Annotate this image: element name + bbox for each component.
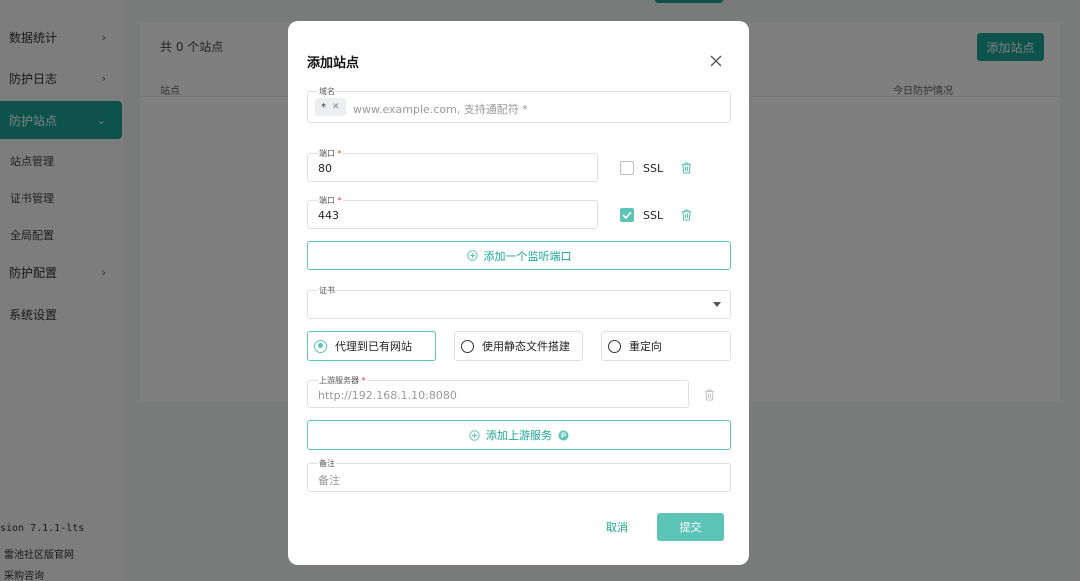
submit-button[interactable]: 提交 bbox=[657, 513, 724, 541]
domain-chip-text: * bbox=[321, 101, 326, 113]
mode-label: 使用静态文件搭建 bbox=[482, 340, 570, 353]
domain-chip: * ✕ bbox=[315, 98, 346, 116]
add-port-button[interactable]: 添加一个监听端口 bbox=[307, 241, 731, 270]
check-icon bbox=[622, 211, 632, 219]
cancel-button[interactable]: 取消 bbox=[595, 513, 639, 541]
trash-icon bbox=[681, 161, 691, 174]
upstream-label: 上游服务器 * bbox=[318, 375, 367, 386]
close-button[interactable] bbox=[706, 51, 726, 71]
port-field-1[interactable]: 端口 * 80 bbox=[307, 148, 598, 182]
trash-icon bbox=[681, 208, 691, 221]
delete-upstream-button[interactable] bbox=[703, 388, 715, 401]
delete-port-button-2[interactable] bbox=[680, 208, 692, 221]
mode-label: 重定向 bbox=[629, 340, 662, 353]
certificate-label: 证书 bbox=[318, 285, 336, 296]
ssl-label: SSL bbox=[643, 209, 664, 222]
ssl-label: SSL bbox=[643, 162, 664, 175]
mode-label: 代理到已有网站 bbox=[335, 340, 412, 353]
port-input[interactable]: 80 bbox=[318, 162, 332, 175]
port-input[interactable]: 443 bbox=[318, 209, 339, 222]
certificate-select[interactable]: 证书 bbox=[307, 285, 731, 319]
plus-circle-icon bbox=[469, 429, 480, 441]
port-label: 端口 * bbox=[318, 148, 343, 159]
radio-icon bbox=[608, 339, 621, 353]
radio-icon bbox=[314, 339, 327, 353]
mode-redirect[interactable]: 重定向 bbox=[601, 331, 731, 361]
pro-badge-icon bbox=[558, 430, 569, 440]
dialog-title: 添加站点 bbox=[307, 56, 360, 71]
radio-icon bbox=[461, 339, 474, 353]
chip-remove-icon[interactable]: ✕ bbox=[332, 102, 340, 112]
port-field-2[interactable]: 端口 * 443 bbox=[307, 195, 598, 229]
note-field[interactable]: 备注 备注 bbox=[307, 458, 731, 492]
plus-circle-icon bbox=[466, 250, 478, 261]
note-input[interactable]: 备注 bbox=[318, 472, 340, 488]
add-port-label: 添加一个监听端口 bbox=[483, 249, 572, 263]
caret-down-icon bbox=[713, 302, 721, 307]
add-upstream-label: 添加上游服务 bbox=[486, 429, 552, 442]
mode-proxy[interactable]: 代理到已有网站 bbox=[307, 331, 436, 361]
add-upstream-button[interactable]: 添加上游服务 bbox=[307, 420, 731, 450]
upstream-field[interactable]: 上游服务器 * http://192.168.1.10:8080 bbox=[307, 375, 689, 408]
domain-input[interactable]: www.example.com, 支持通配符 * bbox=[353, 101, 528, 117]
delete-port-button-1[interactable] bbox=[680, 161, 692, 174]
upstream-input[interactable]: http://192.168.1.10:8080 bbox=[318, 389, 457, 402]
close-icon bbox=[710, 55, 722, 67]
add-site-dialog: 添加站点 域名 * ✕ www.example.com, 支持通配符 * 端口 … bbox=[288, 21, 749, 565]
note-label: 备注 bbox=[318, 458, 336, 469]
ssl-checkbox-1[interactable] bbox=[620, 161, 634, 175]
ssl-checkbox-2[interactable] bbox=[620, 208, 634, 222]
port-label: 端口 * bbox=[318, 195, 343, 206]
mode-static[interactable]: 使用静态文件搭建 bbox=[454, 331, 583, 361]
trash-icon bbox=[704, 388, 714, 401]
domain-label: 域名 bbox=[318, 86, 336, 97]
domain-field[interactable]: 域名 * ✕ www.example.com, 支持通配符 * bbox=[307, 86, 731, 123]
